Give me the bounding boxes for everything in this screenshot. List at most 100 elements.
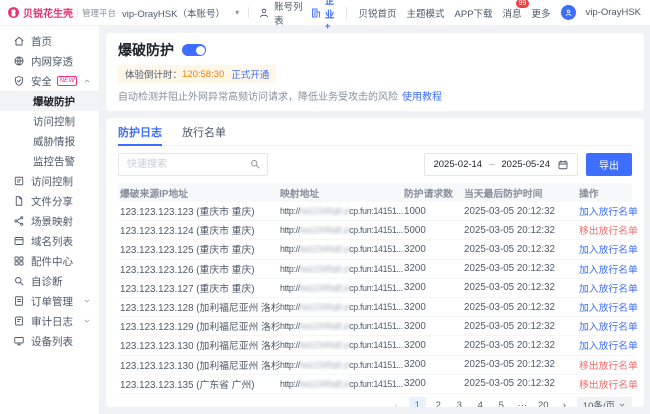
date-range-picker[interactable]: 2025-02-14 – 2025-05-24 xyxy=(424,153,578,176)
pagination-page-4[interactable]: 4 xyxy=(472,397,489,407)
add-to-allowlist-link[interactable]: 加入放行名单 xyxy=(579,322,638,333)
source-ip-cell: 123.123.123.127 (重庆市 重庆) xyxy=(118,281,280,295)
add-to-allowlist-link[interactable]: 加入放行名单 xyxy=(579,303,638,314)
add-to-allowlist-link[interactable]: 加入放行名单 xyxy=(579,265,638,276)
sidebar-item-label: 文件分享 xyxy=(31,194,73,209)
url-prefix: http:// xyxy=(280,302,300,312)
sidebar: 首页内网穿透安全中心NEW爆破防护访问控制威胁情报监控告警访问控制文件分享场景映… xyxy=(0,26,100,414)
table-row: 123.123.123.127 (重庆市 重庆)http://ba12345q8… xyxy=(118,279,632,298)
request-count-cell: 1000 xyxy=(404,206,464,217)
table-row: 123.123.123.126 (重庆市 重庆)http://ba12345q8… xyxy=(118,260,632,279)
sidebar-item-audit-log[interactable]: 审计日志 xyxy=(0,311,99,331)
last-protection-time-cell: 2025-03-05 20:12:32 xyxy=(464,340,579,351)
url-prefix: http:// xyxy=(280,283,300,293)
remove-from-allowlist-link[interactable]: 移出放行名单 xyxy=(579,361,638,372)
url-prefix: http:// xyxy=(280,264,300,274)
activate-link[interactable]: 正式开通 xyxy=(231,67,269,81)
sidebar-subitem-monitor-alerts[interactable]: 监控告警 xyxy=(0,151,99,171)
pagination-page-5[interactable]: 5 xyxy=(493,397,510,407)
action-cell: 加入放行名单 xyxy=(579,300,638,314)
sidebar-item-scene-mapping[interactable]: 场景映射 xyxy=(0,211,99,231)
source-location: (重庆市 重庆) xyxy=(194,207,255,218)
sidebar-item-domain-list[interactable]: 域名列表 xyxy=(0,231,99,251)
source-location: (重庆市 重庆) xyxy=(194,226,255,237)
request-count-cell: 3200 xyxy=(404,282,464,293)
chevron-down-icon xyxy=(83,297,91,305)
pagination-page-1[interactable]: 1 xyxy=(409,397,426,407)
sidebar-subitem-blast-protection[interactable]: 爆破防护 xyxy=(0,91,99,111)
device-icon xyxy=(13,335,25,347)
request-count-cell: 3200 xyxy=(404,263,464,274)
nav-theme-mode[interactable]: 主题模式 xyxy=(407,6,445,20)
account-list-label: 账号列表 xyxy=(274,0,310,27)
enterprise-label: 企业+ xyxy=(325,0,336,32)
url-suffix: cp.fun:14151... xyxy=(349,340,403,350)
table-row: 123.123.123.123 (重庆市 重庆)http://ba12345q8… xyxy=(118,202,632,221)
sidebar-item-label: 访问控制 xyxy=(31,174,73,189)
export-button[interactable]: 导出 xyxy=(586,153,632,176)
protection-toggle[interactable] xyxy=(182,44,206,56)
add-to-allowlist-link[interactable]: 加入放行名单 xyxy=(579,284,638,295)
table-row: 123.123.123.128 (加利福尼亚州 洛杉矶)http://ba123… xyxy=(118,298,632,317)
sidebar-item-device-list[interactable]: 设备列表 xyxy=(0,331,99,351)
source-ip-cell: 123.123.123.128 (加利福尼亚州 洛杉矶) xyxy=(118,300,280,314)
sidebar-item-self-diagnosis[interactable]: 自诊断 xyxy=(0,271,99,291)
pagination-page-2[interactable]: 2 xyxy=(430,397,447,407)
sidebar-item-access-control-main[interactable]: 访问控制 xyxy=(0,171,99,191)
sidebar-subitem-access-control[interactable]: 访问控制 xyxy=(0,111,99,131)
column-header: 防护请求数 xyxy=(404,186,464,200)
add-to-allowlist-link[interactable]: 加入放行名单 xyxy=(579,341,638,352)
tutorial-link[interactable]: 使用教程 xyxy=(402,92,442,103)
pagination-next[interactable]: › xyxy=(556,397,573,407)
tab-allowlist[interactable]: 放行名单 xyxy=(182,118,226,145)
source-ip-cell: 123.123.123.130 (加利福尼亚州 洛杉矶) xyxy=(118,358,280,372)
source-ip: 123.123.123.126 xyxy=(120,265,194,276)
audit-icon xyxy=(13,315,25,327)
file-icon xyxy=(13,195,25,207)
source-ip: 123.123.123.130 xyxy=(120,341,194,352)
pagination-page-20[interactable]: 20 xyxy=(535,397,552,407)
sidebar-item-order-management[interactable]: 订单管理 xyxy=(0,291,99,311)
sidebar-subitem-threat-intelligence[interactable]: 威胁情报 xyxy=(0,131,99,151)
enterprise-link[interactable]: 企业+ xyxy=(310,0,336,32)
countdown-value: 120:58:30 xyxy=(182,69,224,80)
source-location: (加利福尼亚州 洛杉矶) xyxy=(194,303,280,314)
search-input[interactable] xyxy=(118,153,268,176)
main-content: 爆破防护 体验倒计时： 120:58:30 正式开通 自动检测并阻止外网异常高频… xyxy=(100,26,650,414)
mapped-url-cell: http://ba12345q8.yicp.fun:14151... xyxy=(280,340,404,350)
table-row: 123.123.123.130 (加利福尼亚州 洛杉矶)http://ba123… xyxy=(118,356,632,375)
pagination: ‹12345···20›10条/页 xyxy=(118,397,632,407)
mapped-url-cell: http://ba12345q8.yicp.fun:14151... xyxy=(280,321,404,331)
sidebar-item-intranet-penetration[interactable]: 内网穿透 xyxy=(0,51,99,71)
nav-more[interactable]: 更多 xyxy=(532,6,551,20)
url-masked-part: ba12345q8.yi xyxy=(300,360,349,370)
search-icon[interactable] xyxy=(249,158,261,170)
remove-from-allowlist-link[interactable]: 移出放行名单 xyxy=(579,380,638,391)
pagination-page-3[interactable]: 3 xyxy=(451,397,468,407)
account-switcher-dropdown[interactable]: vip-OrayHSK（本账号） ▾ xyxy=(122,6,239,20)
last-protection-time-cell: 2025-03-05 20:12:32 xyxy=(464,378,579,389)
sidebar-item-file-sharing[interactable]: 文件分享 xyxy=(0,191,99,211)
nav-beirui-home[interactable]: 贝锐首页 xyxy=(358,6,396,20)
tab-protection-log[interactable]: 防护日志 xyxy=(118,118,162,145)
mapped-url-cell: http://ba12345q8.yicp.fun:14151... xyxy=(280,360,404,370)
column-header: 爆破来源IP地址 xyxy=(118,186,280,200)
last-protection-time-cell: 2025-03-05 20:12:32 xyxy=(464,302,579,313)
nav-messages[interactable]: 消息99 xyxy=(503,6,522,20)
add-to-allowlist-link[interactable]: 加入放行名单 xyxy=(579,245,638,256)
avatar[interactable] xyxy=(561,5,576,20)
nav-app-download[interactable]: APP下载 xyxy=(455,6,493,20)
pagination-prev[interactable]: ‹ xyxy=(388,397,405,407)
request-count-cell: 3200 xyxy=(404,378,464,389)
add-to-allowlist-link[interactable]: 加入放行名单 xyxy=(579,207,638,218)
source-ip: 123.123.123.135 xyxy=(120,380,194,391)
remove-from-allowlist-link[interactable]: 移出放行名单 xyxy=(579,226,638,237)
page-size-select[interactable]: 10条/页 xyxy=(577,397,632,407)
mapped-url-cell: http://ba12345q8.yicp.fun:14151... xyxy=(280,225,404,235)
sidebar-item-parts-center[interactable]: 配件中心 xyxy=(0,251,99,271)
current-username[interactable]: vip-OrayHSK xyxy=(586,7,641,18)
account-list-link[interactable]: 账号列表 xyxy=(258,0,310,27)
sidebar-item-home[interactable]: 首页 xyxy=(0,31,99,51)
mapped-url-cell: http://ba12345q8.yicp.fun:14151... xyxy=(280,206,404,216)
sidebar-item-security-center[interactable]: 安全中心NEW xyxy=(0,71,99,91)
